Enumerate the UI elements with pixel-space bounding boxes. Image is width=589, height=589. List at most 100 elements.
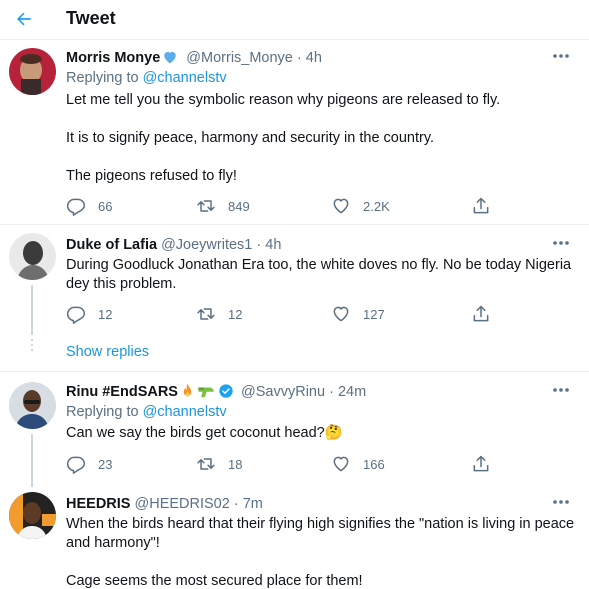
avatar[interactable] xyxy=(9,48,56,95)
display-name[interactable]: HEEDRIS xyxy=(66,496,130,512)
tweet-paragraph: Can we say the birds get coconut head? xyxy=(66,425,325,441)
display-name[interactable]: Morris Monye xyxy=(66,50,160,66)
tweet-morris-monye[interactable]: Morris Monye @Morris_Monye · 4h Replying… xyxy=(0,40,589,225)
tweet-text: Can we say the birds get coconut head?🤔 xyxy=(66,424,575,443)
reply-button[interactable]: 23 xyxy=(66,453,112,475)
heart-icon xyxy=(333,198,349,214)
retweet-count: 18 xyxy=(228,456,243,472)
tweet-header: Rinu #EndSARS @SavvyRinu · 24m xyxy=(66,382,575,402)
like-count: 166 xyxy=(363,456,385,472)
reply-count: 12 xyxy=(98,306,113,322)
tweet-header: Duke of Lafia @Joeywrites1 · 4h xyxy=(66,235,575,255)
reply-button[interactable]: 66 xyxy=(66,195,112,217)
separator-dot: · xyxy=(233,496,239,512)
tweet-text: During Goodluck Jonathan Era too, the wh… xyxy=(66,256,575,294)
tweet-header: Morris Monye @Morris_Monye · 4h xyxy=(66,48,575,68)
back-button[interactable] xyxy=(8,4,40,34)
avatar-rinu-image xyxy=(9,382,56,429)
display-name[interactable]: Rinu #EndSARS xyxy=(66,384,178,400)
tweet-paragraph: The pigeons refused to fly! xyxy=(66,168,237,184)
timestamp[interactable]: 24m xyxy=(338,384,366,400)
tweet-paragraph: Let me tell you the symbolic reason why … xyxy=(66,92,501,108)
tweet-paragraph: Cage seems the most secured place for th… xyxy=(66,573,363,589)
user-handle[interactable]: @SavvyRinu xyxy=(241,384,325,400)
tweet-paragraph: It is to signify peace, harmony and secu… xyxy=(66,130,435,146)
timestamp[interactable]: 4h xyxy=(306,50,322,66)
share-button[interactable] xyxy=(471,195,491,217)
reply-count: 23 xyxy=(98,456,113,472)
avatar[interactable] xyxy=(9,382,56,429)
arrow-left-icon xyxy=(17,12,31,26)
separator-dot: · xyxy=(256,237,262,253)
retweet-icon xyxy=(197,200,215,212)
thread-line xyxy=(31,434,33,487)
more-icon xyxy=(553,54,569,58)
retweet-count: 12 xyxy=(228,306,243,322)
retweet-button[interactable]: 849 xyxy=(196,195,250,217)
share-button[interactable] xyxy=(471,453,491,475)
more-options-button[interactable] xyxy=(551,382,571,398)
tweet-actions: 23 18 166 xyxy=(66,453,496,475)
retweet-icon xyxy=(197,458,215,470)
thinking-face-emoji: 🤔 xyxy=(324,425,343,441)
replying-to: Replying to @channelstv xyxy=(66,70,227,86)
water-pistol-icon xyxy=(198,387,214,398)
tweet-actions: 66 849 2.2K xyxy=(66,195,496,217)
reply-to-link[interactable]: @channelstv xyxy=(143,70,227,86)
like-count: 127 xyxy=(363,306,385,322)
like-count: 2.2K xyxy=(363,198,390,214)
retweet-button[interactable]: 12 xyxy=(196,303,242,325)
avatar-morris-image xyxy=(9,48,56,95)
retweet-count: 849 xyxy=(228,198,250,214)
more-icon xyxy=(553,241,569,245)
user-handle[interactable]: @HEEDRIS02 xyxy=(135,496,230,512)
tweet-rinu[interactable]: Rinu #EndSARS @SavvyRinu · 24m Replying … xyxy=(0,372,589,487)
share-button[interactable] xyxy=(471,303,491,325)
avatar-duke-image xyxy=(9,233,56,280)
reply-count: 66 xyxy=(98,198,113,214)
retweet-button[interactable]: 18 xyxy=(196,453,242,475)
avatar[interactable] xyxy=(9,233,56,280)
avatar-heedris-image xyxy=(9,492,56,539)
timestamp[interactable]: 4h xyxy=(265,237,281,253)
tweet-heedris[interactable]: HEEDRIS @HEEDRIS02 · 7m When the birds h… xyxy=(0,487,589,589)
thread-line xyxy=(31,285,33,335)
page-title: Tweet xyxy=(66,8,116,28)
blue-heart-icon xyxy=(164,51,176,64)
timestamp[interactable]: 7m xyxy=(243,496,263,512)
share-icon xyxy=(473,197,489,214)
reply-icon xyxy=(66,306,86,324)
more-icon xyxy=(553,500,569,504)
avatar[interactable] xyxy=(9,492,56,539)
share-icon xyxy=(473,455,489,472)
user-handle[interactable]: @Joeywrites1 xyxy=(161,237,252,253)
separator-dot: · xyxy=(329,384,334,400)
show-replies-link[interactable]: Show replies xyxy=(66,344,149,360)
reply-to-link[interactable]: @channelstv xyxy=(143,404,227,420)
tweet-duke-of-lafia[interactable]: Duke of Lafia @Joeywrites1 · 4h During G… xyxy=(0,225,589,335)
tweet-text: Let me tell you the symbolic reason why … xyxy=(66,91,575,186)
display-name[interactable]: Duke of Lafia xyxy=(66,237,157,253)
like-button[interactable]: 127 xyxy=(331,303,385,325)
fire-icon xyxy=(183,383,192,397)
tweet-paragraph: When the birds heard that their flying h… xyxy=(66,516,575,551)
like-button[interactable]: 2.2K xyxy=(331,195,390,217)
replying-to: Replying to @channelstv xyxy=(66,404,227,420)
share-icon xyxy=(473,305,489,322)
more-options-button[interactable] xyxy=(551,235,571,251)
tweet-text: When the birds heard that their flying h… xyxy=(66,515,575,589)
retweet-icon xyxy=(197,308,215,320)
user-handle[interactable]: @Morris_Monye xyxy=(186,50,293,66)
separator-dot: · xyxy=(296,50,302,66)
top-bar: Tweet xyxy=(0,0,589,40)
reply-icon xyxy=(66,198,86,216)
reply-icon xyxy=(66,456,86,474)
reply-button[interactable]: 12 xyxy=(66,303,112,325)
verified-badge-icon xyxy=(219,384,233,398)
more-options-button[interactable] xyxy=(551,494,571,510)
more-icon xyxy=(553,388,569,392)
like-button[interactable]: 166 xyxy=(331,453,385,475)
more-options-button[interactable] xyxy=(551,48,571,64)
tweet-paragraph: During Goodluck Jonathan Era too, the wh… xyxy=(66,257,572,292)
heart-icon xyxy=(333,306,349,322)
